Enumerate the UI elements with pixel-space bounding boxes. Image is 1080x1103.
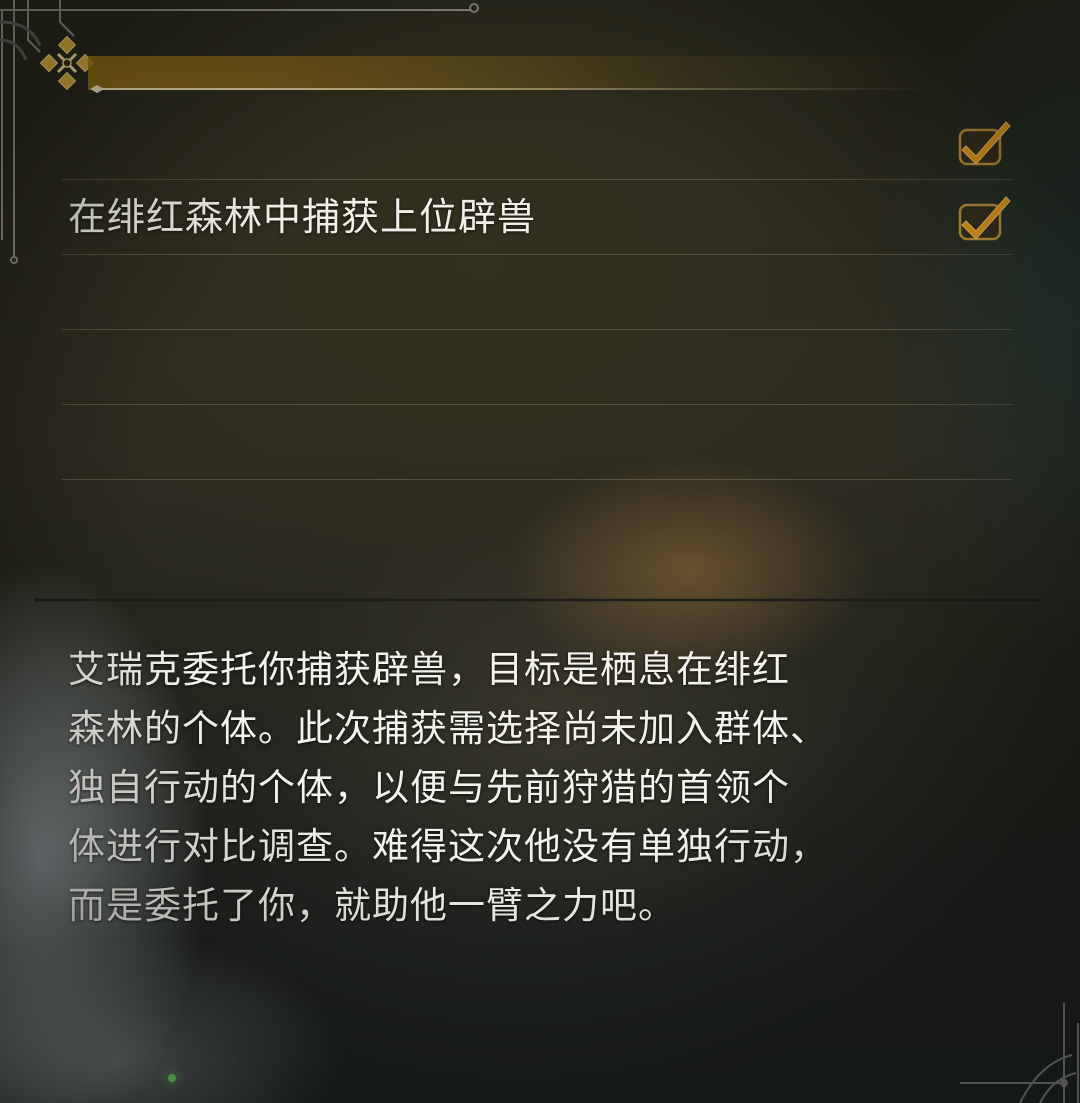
quest-panel: 在绯红森林中捕获上位辟兽 艾瑞克委托你捕获辟兽，目标是栖息在绯红 森林的个体。此… [0,0,1080,1103]
checkmark-icon [958,121,1011,166]
crossed-diamond-emblem-icon [40,36,94,90]
objective-row-empty [62,405,1012,480]
section-divider [35,598,1041,602]
objective-row-empty [62,255,1012,330]
glow-particle [168,1074,176,1082]
objective-row-empty [62,330,1012,405]
quest-description: 艾瑞克委托你捕获辟兽，目标是栖息在绯红 森林的个体。此次捕获需选择尚未加入群体、… [68,640,948,935]
description-line: 森林的个体。此次捕获需选择尚未加入群体、 [68,707,828,750]
objective-list: 在绯红森林中捕获上位辟兽 [62,105,1012,480]
frame-ornament-bottom-right [960,1003,1079,1103]
description-line: 体进行对比调查。难得这次他没有单独行动， [68,825,828,868]
header-underline [96,88,936,90]
objective-label: 在绯红森林中捕获上位辟兽 [68,195,537,239]
header-bar [88,56,948,90]
description-line: 独自行动的个体，以便与先前狩猎的首领个 [68,766,790,809]
description-line: 艾瑞克委托你捕获辟兽，目标是栖息在绯红 [68,648,790,691]
checkmark-icon [958,196,1011,241]
description-line: 而是委托了你，就助他一臂之力吧。 [68,884,676,927]
objective-row: 在绯红森林中捕获上位辟兽 [62,180,1012,255]
header-underline-tip [90,85,104,93]
objective-row [62,105,1012,180]
